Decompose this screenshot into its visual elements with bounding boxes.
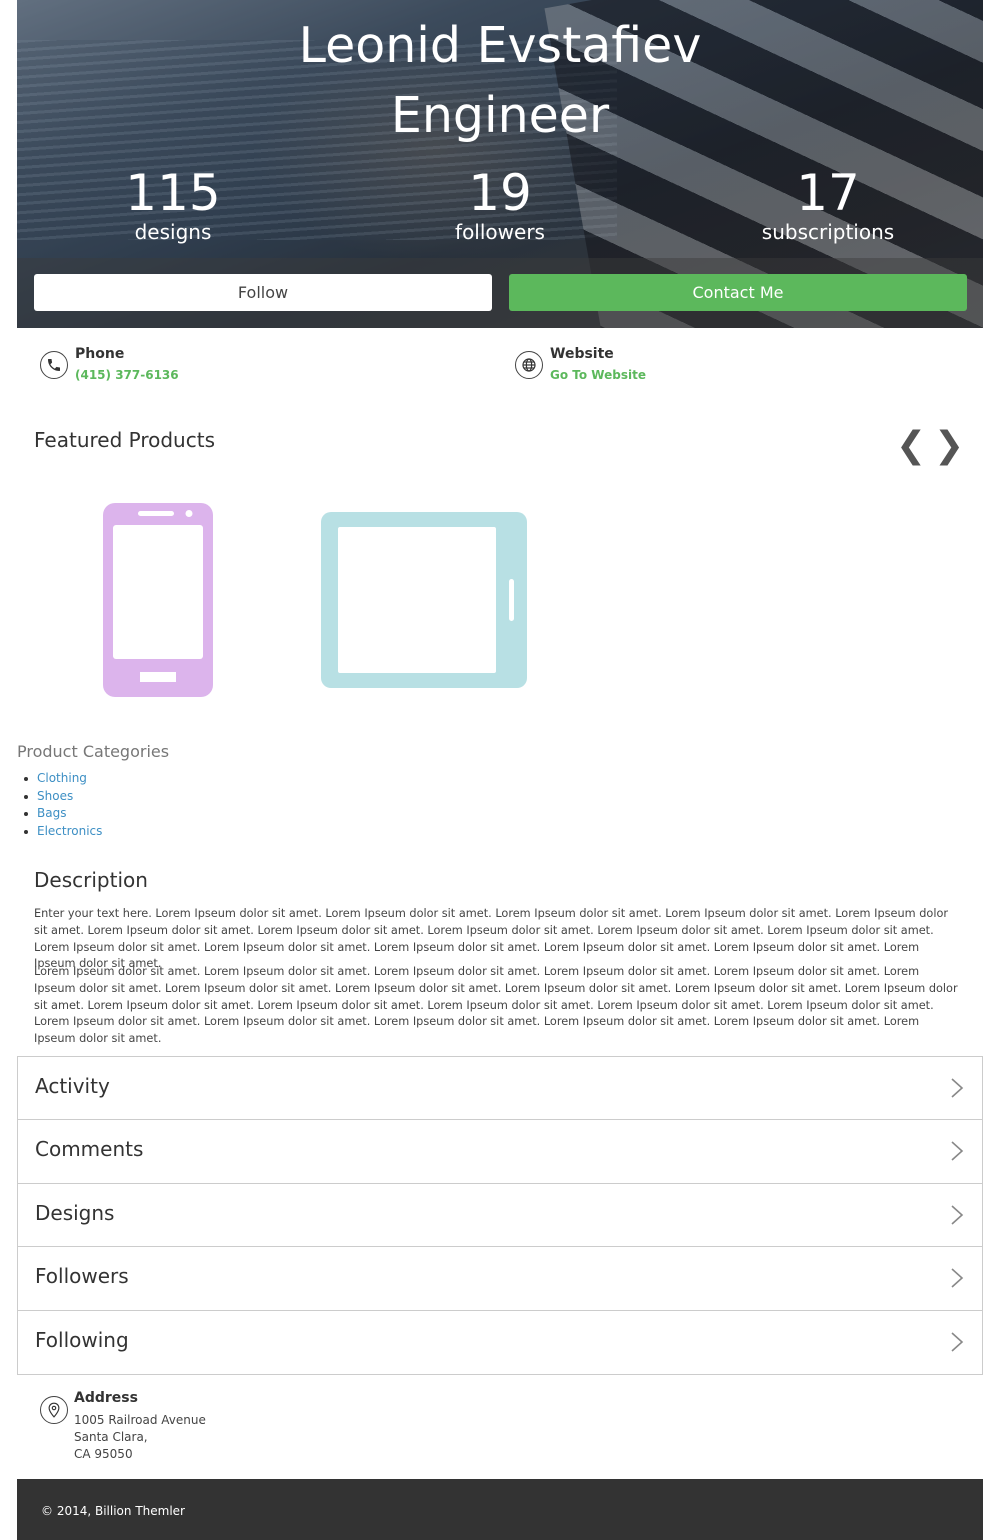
profile-name: Leonid Evstafiev [298, 17, 702, 74]
category-link-clothing[interactable]: Clothing [37, 771, 87, 785]
featured-products-title: Featured Products [34, 428, 215, 452]
description-title: Description [34, 868, 148, 892]
product-categories-title: Product Categories [17, 742, 170, 761]
category-item: Bags [22, 805, 102, 823]
phone-icon [40, 351, 68, 379]
category-item: Electronics [22, 823, 102, 841]
profile-sections-accordion: Activity Comments Designs Followers Foll… [17, 1056, 983, 1375]
category-link-shoes[interactable]: Shoes [37, 789, 73, 803]
stat-followers: 19 followers [350, 162, 650, 244]
smartphone-icon[interactable] [100, 500, 216, 700]
follow-button[interactable]: Follow [34, 274, 492, 311]
category-item: Clothing [22, 770, 102, 788]
website-link[interactable]: Go To Website [550, 368, 646, 382]
carousel-next-icon[interactable]: ❯ [934, 426, 964, 466]
address-title: Address [74, 1390, 138, 1406]
description-paragraph: Lorem Ipseum dolor sit amet. Lorem Ipseu… [34, 965, 958, 1046]
address-line: Santa Clara, [74, 1430, 148, 1444]
chevron-right-icon [951, 1141, 964, 1161]
address-line: CA 95050 [74, 1447, 133, 1461]
stat-label: designs [134, 220, 212, 244]
section-row-following[interactable]: Following [18, 1311, 982, 1374]
section-row-comments[interactable]: Comments [18, 1120, 982, 1184]
chevron-right-icon [951, 1331, 964, 1352]
section-row-activity[interactable]: Activity [18, 1057, 982, 1121]
footer: © 2014, Billion Themler [17, 1479, 983, 1540]
stat-label: followers [455, 220, 545, 244]
stat-value: 115 [125, 164, 221, 222]
carousel-prev-icon[interactable]: ❮ [896, 426, 926, 466]
category-list: Clothing Shoes Bags Electronics [22, 770, 102, 840]
stat-label: subscriptions [761, 220, 895, 244]
section-label: Comments [35, 1137, 144, 1162]
copyright-text: © 2014, Billion Themler [41, 1504, 185, 1518]
section-label: Following [35, 1327, 129, 1352]
contact-me-button[interactable]: Contact Me [509, 274, 967, 311]
stat-designs: 115 designs [23, 162, 323, 244]
chevron-right-icon [951, 1205, 964, 1225]
section-label: Activity [35, 1074, 110, 1098]
section-row-followers[interactable]: Followers [18, 1247, 982, 1311]
chevron-right-icon [951, 1268, 964, 1288]
stat-value: 19 [468, 164, 532, 222]
stat-value: 17 [796, 164, 860, 222]
section-row-designs[interactable]: Designs [18, 1184, 982, 1248]
stat-subscriptions: 17 subscriptions [678, 162, 978, 244]
profile-role: Engineer [390, 87, 610, 144]
phone-number-link[interactable]: (415) 377-6136 [75, 368, 179, 382]
tablet-icon[interactable] [318, 509, 530, 691]
profile-hero: Leonid Evstafiev Engineer 115 designs 19… [17, 0, 983, 328]
category-link-electronics[interactable]: Electronics [37, 824, 102, 838]
chevron-right-icon [951, 1078, 964, 1098]
phone-title: Phone [75, 346, 125, 362]
section-label: Followers [35, 1264, 129, 1289]
website-title: Website [550, 346, 614, 362]
globe-icon [515, 351, 543, 379]
category-item: Shoes [22, 788, 102, 806]
address-line: 1005 Railroad Avenue [74, 1413, 206, 1427]
category-link-bags[interactable]: Bags [37, 806, 66, 820]
map-pin-icon [40, 1396, 68, 1424]
section-label: Designs [35, 1200, 115, 1225]
